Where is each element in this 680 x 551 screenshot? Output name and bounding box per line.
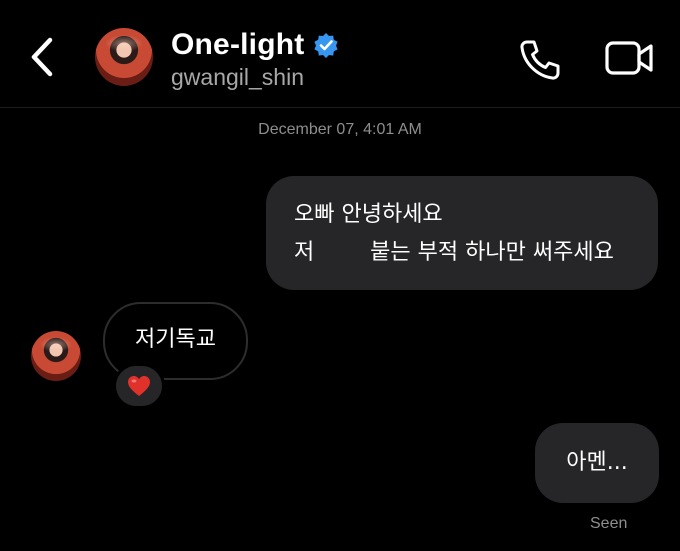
video-camera-icon[interactable]: [604, 38, 654, 78]
chevron-left-icon[interactable]: [26, 34, 62, 80]
message-reaction[interactable]: [113, 363, 165, 409]
profile-name[interactable]: One-light: [171, 28, 304, 62]
avatar[interactable]: [95, 28, 153, 86]
seen-status: Seen: [590, 515, 628, 532]
outgoing-message-bubble[interactable]: 아멘...: [535, 423, 659, 503]
profile-username[interactable]: gwangil_shin: [171, 64, 304, 91]
chat-header: One-light gwangil_shin: [0, 0, 680, 108]
sender-avatar[interactable]: [31, 331, 81, 381]
verified-badge-icon: [314, 33, 339, 58]
message-timestamp: December 07, 4:01 AM: [258, 121, 422, 138]
message-line: 오빠 안녕하세요: [294, 202, 443, 227]
message-line: 저 붙는 부적 하나만 써주세요: [294, 240, 614, 265]
phone-icon[interactable]: [518, 38, 562, 82]
profile-name-row[interactable]: One-light: [171, 26, 339, 64]
outgoing-message-bubble[interactable]: 오빠 안녕하세요 저 붙는 부적 하나만 써주세요: [266, 176, 658, 290]
heart-icon: [128, 376, 150, 396]
